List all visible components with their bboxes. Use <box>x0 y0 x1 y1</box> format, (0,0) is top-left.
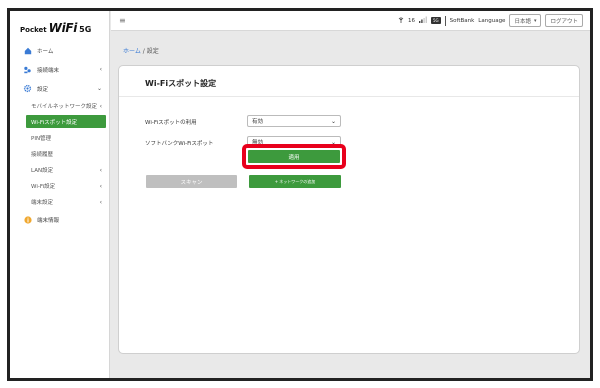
pocket-wifi-logo: Pocket WiFi 5G <box>20 21 91 37</box>
sidebar-item-pin[interactable]: PIN管理 <box>10 130 110 146</box>
breadcrumb-current: 設定 <box>146 48 159 55</box>
sidebar-item-label: 接続履歴 <box>31 152 54 158</box>
language-label: Language <box>478 17 506 24</box>
breadcrumb-home-link[interactable]: ホーム <box>123 48 141 55</box>
sidebar-item-settings[interactable]: 設定 ⌄ <box>10 79 110 98</box>
antenna-icon <box>398 16 404 26</box>
logo-5g: 5G <box>79 25 92 34</box>
carrier-name: SoftBank <box>449 17 475 24</box>
select-value: 有効 <box>252 119 264 125</box>
chevron-down-icon: ⌄ <box>330 118 336 125</box>
devices-icon <box>23 65 32 74</box>
caret-down-icon: ▾ <box>533 17 537 24</box>
chevron-left-icon: ‹ <box>99 198 102 206</box>
wifi-spot-usage-label: Wi-Fiスポットの利用 <box>145 120 197 126</box>
sidebar-item-label: 接続端末 <box>37 67 60 74</box>
sidebar-item-label: モバイルネットワーク設定 <box>31 104 98 110</box>
scan-button[interactable]: スキャン <box>146 175 237 188</box>
sidebar: Pocket WiFi 5G ホーム 接続端末 ‹ 設定 ⌄ モバイルネットワー… <box>10 11 110 378</box>
sidebar-item-label: 設定 <box>37 86 49 93</box>
divider <box>444 15 446 26</box>
settings-card: Wi-Fiスポット設定 Wi-Fiスポットの利用 有効 ⌄ ソフトバンクWi-F… <box>118 65 580 354</box>
gear-icon <box>23 84 32 93</box>
sidebar-item-device-settings[interactable]: 端末設定 ‹ <box>10 194 110 210</box>
sidebar-item-label: LAN設定 <box>31 168 54 174</box>
apply-highlight: 適用 <box>242 144 346 169</box>
sidebar-item-label: ホーム <box>37 48 54 55</box>
sidebar-item-mobile-network[interactable]: モバイルネットワーク設定 ‹ <box>10 98 110 114</box>
sidebar-item-history[interactable]: 接続履歴 <box>10 146 110 162</box>
sidebar-item-lan[interactable]: LAN設定 ‹ <box>10 162 110 178</box>
chevron-left-icon: ‹ <box>99 102 102 110</box>
menu-icon[interactable]: ≡ <box>119 16 126 25</box>
add-network-button[interactable]: + ネットワークの追加 <box>249 175 341 188</box>
sidebar-item-wifi[interactable]: Wi-Fi設定 ‹ <box>10 178 110 194</box>
sidebar-item-label: Wi-Fi設定 <box>31 184 56 190</box>
signal-bars-icon <box>418 16 427 25</box>
sidebar-item-label: 端末情報 <box>37 217 60 224</box>
screenshot-frame: Pocket WiFi 5G ホーム 接続端末 ‹ 設定 ⌄ モバイルネットワー… <box>7 8 593 381</box>
apply-button[interactable]: 適用 <box>248 150 340 163</box>
sidebar-item-label: PIN管理 <box>31 136 52 142</box>
sidebar-item-label: Wi-Fiスポット設定 <box>31 119 78 126</box>
network-badge: 5G <box>430 17 441 24</box>
logo-pocket: Pocket <box>20 26 47 34</box>
softbank-wifi-spot-label: ソフトバンクWi-Fiスポット <box>145 141 214 147</box>
language-select[interactable]: 日本語 ▾ <box>509 14 542 27</box>
chevron-left-icon: ‹ <box>99 66 102 73</box>
home-icon <box>23 46 32 55</box>
logo-wifi: WiFi <box>48 21 78 35</box>
sidebar-nav: ホーム 接続端末 ‹ 設定 ⌄ モバイルネットワーク設定 ‹ Wi-Fiスポット… <box>10 41 110 229</box>
top-bar: ≡ 16 5G SoftBank Language 日本語 ▾ ログアウト <box>111 11 590 31</box>
sidebar-item-label: 端末設定 <box>31 200 54 206</box>
chevron-left-icon: ‹ <box>99 182 102 190</box>
chevron-down-icon: ⌄ <box>96 85 102 92</box>
info-icon <box>23 215 32 224</box>
language-value: 日本語 <box>514 18 531 25</box>
sidebar-item-devices[interactable]: 接続端末 ‹ <box>10 60 110 79</box>
breadcrumb: ホーム / 設定 <box>123 46 159 55</box>
logout-button[interactable]: ログアウト <box>545 14 583 27</box>
chevron-left-icon: ‹ <box>99 166 102 174</box>
sidebar-item-wifi-spot[interactable]: Wi-Fiスポット設定 <box>26 115 106 128</box>
sidebar-item-device-info[interactable]: 端末情報 <box>10 210 110 229</box>
page-title: Wi-Fiスポット設定 <box>145 79 217 88</box>
signal-number: 16 <box>407 17 415 24</box>
sidebar-item-home[interactable]: ホーム <box>10 41 110 60</box>
status-area: 16 5G SoftBank Language 日本語 ▾ ログアウト <box>398 14 583 27</box>
wifi-spot-usage-select[interactable]: 有効 ⌄ <box>247 115 341 127</box>
breadcrumb-separator: / <box>142 48 145 55</box>
divider <box>119 96 579 97</box>
